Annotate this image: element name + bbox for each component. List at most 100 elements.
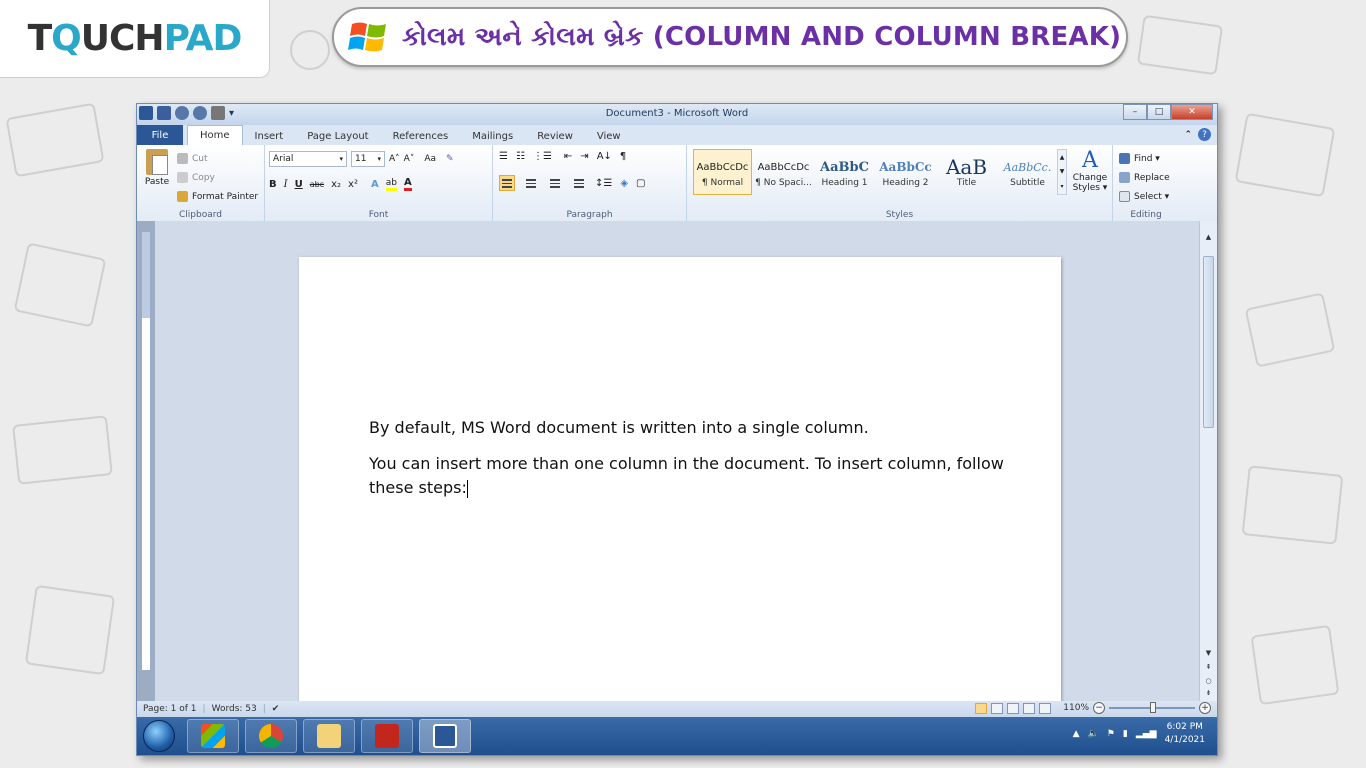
increase-indent-icon[interactable]: ⇥ bbox=[580, 151, 588, 162]
chevron-up-icon[interactable]: ▲ bbox=[1060, 154, 1065, 161]
strikethrough-button[interactable]: abc bbox=[310, 180, 324, 189]
sort-button[interactable]: A↓ bbox=[597, 151, 612, 162]
system-tray: ▲ 🔈 ⚑ ▮ ▂▄▆ 6:02 PM 4/1/2021 bbox=[1073, 721, 1205, 747]
bold-button[interactable]: B bbox=[269, 179, 277, 190]
italic-button[interactable]: I bbox=[284, 179, 288, 190]
chevron-down-icon[interactable]: ▼ bbox=[1060, 168, 1065, 175]
change-case-button[interactable]: Aa bbox=[424, 154, 436, 164]
ribbon-collapse-icon[interactable]: ⌃ bbox=[1184, 130, 1192, 140]
tab-page-layout[interactable]: Page Layout bbox=[295, 127, 380, 145]
copy-button[interactable]: Copy bbox=[177, 168, 258, 187]
font-name-select[interactable]: Arial ▾ bbox=[269, 151, 347, 167]
text-effects-button[interactable]: A bbox=[371, 179, 379, 190]
tab-insert[interactable]: Insert bbox=[243, 127, 296, 145]
clock[interactable]: 6:02 PM 4/1/2021 bbox=[1165, 721, 1205, 747]
taskbar-chrome[interactable] bbox=[245, 719, 297, 753]
minimize-button[interactable]: – bbox=[1123, 104, 1147, 120]
document-page[interactable]: By default, MS Word document is written … bbox=[299, 257, 1061, 701]
style-normal[interactable]: AaBbCcDc ¶ Normal bbox=[693, 149, 752, 195]
zoom-level[interactable]: 110% bbox=[1063, 703, 1089, 713]
scroll-thumb[interactable] bbox=[1203, 256, 1214, 428]
numbering-icon[interactable]: ☷ bbox=[516, 151, 525, 162]
zoom-slider-knob[interactable] bbox=[1150, 702, 1157, 713]
line-spacing-icon[interactable]: ↕☰ bbox=[595, 178, 612, 189]
show-hidden-icons-icon[interactable]: ▲ bbox=[1073, 729, 1080, 739]
align-left-button[interactable] bbox=[499, 175, 515, 191]
styles-group: AaBbCcDc ¶ Normal AaBbCcDc ¶ No Spaci...… bbox=[687, 145, 1113, 221]
multilevel-list-icon[interactable]: ⋮☰ bbox=[533, 151, 552, 162]
select-button[interactable]: Select ▾ bbox=[1119, 187, 1170, 206]
change-styles-icon: A bbox=[1082, 148, 1098, 173]
volume-icon[interactable]: 🔈 bbox=[1088, 729, 1099, 739]
style-subtitle[interactable]: AaBbCc. Subtitle bbox=[998, 149, 1057, 195]
superscript-button[interactable]: x² bbox=[348, 179, 358, 190]
maximize-button[interactable]: □ bbox=[1147, 104, 1171, 120]
draft-view-icon[interactable] bbox=[1039, 702, 1052, 714]
vertical-scrollbar[interactable]: ▲ ▼ ⇞ ○ ⇟ bbox=[1199, 221, 1217, 701]
shrink-font-button[interactable]: A˅ bbox=[404, 154, 415, 164]
borders-icon[interactable]: ▢ bbox=[636, 178, 645, 189]
align-right-button[interactable] bbox=[547, 175, 563, 191]
taskbar-acrobat[interactable] bbox=[361, 719, 413, 753]
justify-button[interactable] bbox=[571, 175, 587, 191]
taskbar-word[interactable] bbox=[419, 719, 471, 753]
zoom-out-button[interactable]: − bbox=[1093, 702, 1105, 714]
help-icon[interactable]: ? bbox=[1198, 128, 1211, 141]
network-icon[interactable]: ▂▄▆ bbox=[1136, 729, 1157, 739]
find-button[interactable]: Find ▾ bbox=[1119, 149, 1170, 168]
paragraph-2[interactable]: You can insert more than one column in t… bbox=[369, 452, 1009, 500]
web-layout-view-icon[interactable] bbox=[1007, 702, 1020, 714]
page-count[interactable]: Page: 1 of 1 bbox=[143, 704, 197, 714]
taskbar-explorer-windows[interactable] bbox=[187, 719, 239, 753]
zoom-in-button[interactable]: + bbox=[1199, 702, 1211, 714]
decrease-indent-icon[interactable]: ⇤ bbox=[564, 151, 572, 162]
action-center-icon[interactable]: ⚑ bbox=[1107, 729, 1115, 739]
scroll-up-icon[interactable]: ▲ bbox=[1200, 233, 1217, 241]
tab-review[interactable]: Review bbox=[525, 127, 585, 145]
show-marks-button[interactable]: ¶ bbox=[620, 151, 626, 162]
close-button[interactable]: ✕ bbox=[1171, 104, 1213, 120]
tab-home[interactable]: Home bbox=[187, 125, 243, 145]
start-button[interactable] bbox=[143, 720, 175, 752]
font-size-select[interactable]: 11 ▾ bbox=[351, 151, 385, 167]
grow-font-button[interactable]: A˄ bbox=[389, 154, 400, 164]
next-page-icon[interactable]: ⇟ bbox=[1200, 689, 1217, 697]
replace-button[interactable]: Replace bbox=[1119, 168, 1170, 187]
paste-button[interactable]: Paste bbox=[143, 149, 171, 187]
styles-gallery-scroll[interactable]: ▲ ▼ ▾ bbox=[1057, 149, 1067, 195]
tab-file[interactable]: File bbox=[137, 125, 183, 145]
browse-object-icon[interactable]: ○ bbox=[1200, 677, 1217, 685]
zoom-slider[interactable] bbox=[1109, 702, 1195, 713]
format-painter-button[interactable]: Format Painter bbox=[177, 187, 258, 206]
full-screen-view-icon[interactable] bbox=[991, 702, 1004, 714]
gallery-more-icon[interactable]: ▾ bbox=[1060, 183, 1063, 190]
underline-button[interactable]: U bbox=[295, 179, 303, 190]
taskbar-file-explorer[interactable] bbox=[303, 719, 355, 753]
cut-button[interactable]: Cut bbox=[177, 149, 258, 168]
subscript-button[interactable]: x₂ bbox=[331, 179, 341, 190]
style-no-spacing[interactable]: AaBbCcDc ¶ No Spaci... bbox=[754, 149, 813, 195]
tab-references[interactable]: References bbox=[381, 127, 461, 145]
tab-mailings[interactable]: Mailings bbox=[460, 127, 525, 145]
style-heading-1[interactable]: AaBbC Heading 1 bbox=[815, 149, 874, 195]
shading-icon[interactable]: ◈ bbox=[620, 178, 628, 189]
bullets-icon[interactable]: ☰ bbox=[499, 151, 508, 162]
clear-formatting-icon[interactable]: ✎ bbox=[446, 154, 454, 164]
outline-view-icon[interactable] bbox=[1023, 702, 1036, 714]
previous-page-icon[interactable]: ⇞ bbox=[1200, 663, 1217, 671]
scroll-down-icon[interactable]: ▼ bbox=[1200, 649, 1217, 657]
chrome-icon bbox=[259, 724, 283, 748]
style-title[interactable]: AaB Title bbox=[937, 149, 996, 195]
vertical-ruler[interactable] bbox=[141, 231, 151, 671]
word-count[interactable]: Words: 53 bbox=[212, 704, 257, 714]
paragraph-1[interactable]: By default, MS Word document is written … bbox=[369, 416, 1009, 440]
style-heading-2[interactable]: AaBbCc Heading 2 bbox=[876, 149, 935, 195]
font-color-button[interactable]: A bbox=[403, 177, 412, 191]
proofing-icon[interactable]: ✔ bbox=[272, 704, 280, 714]
tab-view[interactable]: View bbox=[585, 127, 633, 145]
highlight-button[interactable]: ab bbox=[385, 178, 397, 191]
change-styles-button[interactable]: A Change Styles ▾ bbox=[1070, 148, 1110, 194]
align-center-button[interactable] bbox=[523, 175, 539, 191]
print-layout-view-icon[interactable] bbox=[975, 702, 988, 714]
power-icon[interactable]: ▮ bbox=[1123, 729, 1128, 739]
